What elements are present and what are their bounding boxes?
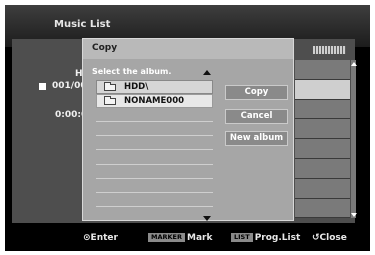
album-item-label: HDD\	[124, 82, 149, 92]
album-item-label: NONAME000	[124, 96, 185, 107]
copy-button[interactable]: Copy	[225, 85, 288, 100]
dialog-title-bar: Copy	[83, 39, 293, 59]
empty-row	[96, 122, 213, 137]
page-title: Music List	[54, 19, 111, 30]
list-item[interactable]	[295, 60, 350, 80]
scroll-down-icon	[351, 213, 357, 217]
folder-icon	[104, 82, 116, 91]
empty-row	[96, 165, 213, 179]
marker-key-icon: MARKER	[148, 233, 185, 242]
scroll-up-icon	[351, 62, 357, 66]
empty-row	[96, 179, 213, 193]
list-item[interactable]	[295, 198, 350, 219]
close-hint: ↺Close	[312, 233, 347, 243]
list-item[interactable]	[295, 139, 350, 159]
album-list: HDD\ NONAME000	[96, 80, 213, 207]
empty-row	[96, 136, 213, 151]
album-item-noname000[interactable]: NONAME000	[96, 94, 213, 109]
new-album-button[interactable]: New album	[225, 131, 288, 146]
dialog-prompt: Select the album.	[92, 67, 172, 76]
album-item-hdd[interactable]: HDD\	[96, 80, 213, 95]
enter-label: Enter	[90, 233, 118, 243]
list-item[interactable]	[295, 79, 350, 100]
tv-screen: Music List HD 001/00 0:00:0 Copy Select …	[5, 5, 370, 251]
cancel-button[interactable]: Cancel	[225, 109, 288, 124]
footer-hints: ⊙Enter MARKER Mark LIST Prog.List ↺Close	[5, 227, 370, 251]
prog-list-label: Prog.List	[254, 233, 301, 243]
list-item[interactable]	[295, 158, 350, 179]
mark-label: Mark	[187, 233, 213, 243]
mark-hint: MARKER Mark	[148, 233, 212, 243]
prog-list-hint: LIST Prog.List	[231, 233, 300, 243]
dialog-title: Copy	[92, 43, 118, 53]
empty-row	[96, 150, 213, 165]
return-icon: ↺	[312, 233, 320, 243]
copy-dialog: Copy Select the album. HDD\ NONAME000 Co…	[82, 38, 294, 221]
folder-icon	[104, 96, 116, 106]
empty-row	[96, 108, 213, 123]
track-list-scrollbar[interactable]	[351, 60, 356, 218]
empty-row	[96, 193, 213, 207]
list-item[interactable]	[295, 119, 350, 140]
track-list	[295, 60, 350, 219]
list-scroll-up-icon[interactable]	[203, 70, 211, 75]
close-label: Close	[319, 233, 347, 243]
list-item[interactable]	[295, 99, 350, 120]
stop-icon	[39, 83, 46, 90]
thumbnail-strip	[313, 46, 346, 54]
enter-hint: ⊙Enter	[83, 233, 118, 243]
list-key-icon: LIST	[231, 233, 253, 242]
list-scroll-down-icon[interactable]	[203, 216, 211, 221]
enter-icon: ⊙	[83, 233, 91, 243]
list-item[interactable]	[295, 178, 350, 199]
